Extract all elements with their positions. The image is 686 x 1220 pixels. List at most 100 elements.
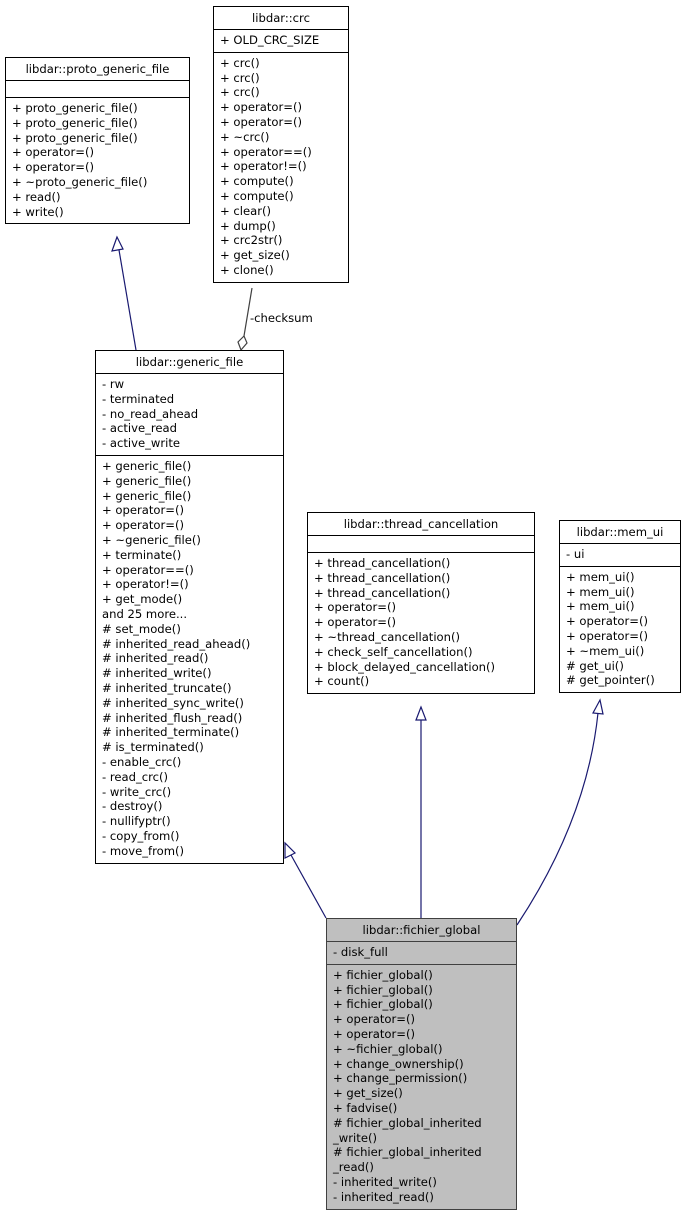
class-method: # is_terminated() <box>102 740 204 755</box>
methods-section: + mem_ui() + mem_ui() + mem_ui() + operator… <box>560 567 680 692</box>
class-method: + crc() <box>220 70 260 85</box>
inheritance-arrowhead-icon <box>415 705 427 721</box>
attributes-section: - ui <box>560 544 680 567</box>
class-method: + write() <box>12 204 64 219</box>
class-attribute: - ui <box>566 547 585 561</box>
class-method: + ~crc() <box>220 129 270 144</box>
class-crc[interactable]: libdar::crc + OLD_CRC_SIZE + crc() + crc(… <box>213 6 349 283</box>
class-method: # get_ui() <box>566 658 624 673</box>
class-title: libdar::thread_cancellation <box>308 513 534 536</box>
class-method: + ~mem_ui() <box>566 643 645 658</box>
class-method: - nullifyptr() <box>102 814 171 829</box>
class-attribute: - active_write <box>102 436 181 451</box>
class-method: # get_pointer() <box>566 673 655 688</box>
class-method: + operator=() <box>566 614 649 629</box>
class-method: + generic_file() <box>102 458 192 473</box>
class-thread-cancellation[interactable]: libdar::thread_cancellation + thread_can… <box>307 512 535 695</box>
class-method: + crc2str() <box>220 233 283 248</box>
class-method: + operator=() <box>314 600 397 615</box>
attributes-section <box>308 536 534 553</box>
inheritance-edge-generic-to-proto <box>111 235 137 351</box>
methods-section: + generic_file() + generic_file() + generi… <box>96 456 283 863</box>
class-method: + thread_cancellation() <box>314 556 451 570</box>
class-method: + operator=() <box>333 1012 416 1027</box>
class-method: + operator=() <box>12 160 95 175</box>
attributes-section <box>6 81 189 98</box>
class-method: - enable_crc() <box>102 754 182 769</box>
class-method: + mem_ui() <box>566 569 635 584</box>
class-method: + get_size() <box>220 248 290 263</box>
class-method: + dump() <box>220 218 276 233</box>
class-method: + thread_cancellation() <box>314 570 451 585</box>
class-method: + fichier_global() <box>333 967 433 982</box>
class-generic-file[interactable]: libdar::generic_file - rw - terminated - n… <box>95 350 284 864</box>
class-method: + crc() <box>220 85 260 100</box>
methods-section: + fichier_global() + fichier_global() + fi… <box>327 965 516 1209</box>
class-method: + operator=() <box>333 1026 416 1041</box>
class-method: - copy_from() <box>102 828 180 843</box>
class-method: + generic_file() <box>102 473 192 488</box>
inheritance-edge-fichier-to-memui <box>516 698 604 926</box>
attributes-section: + OLD_CRC_SIZE <box>214 30 348 53</box>
class-method: + operator!=() <box>220 159 307 174</box>
class-method: + operator==() <box>220 144 312 159</box>
class-method: # inherited_read() <box>102 651 209 666</box>
class-attribute: - active_read <box>102 421 178 436</box>
class-method: + crc() <box>220 55 260 70</box>
class-method: + generic_file() <box>102 488 192 503</box>
inheritance-arrowhead-icon <box>111 235 124 252</box>
class-method: + thread_cancellation() <box>314 585 451 600</box>
class-title: libdar::generic_file <box>96 351 283 374</box>
class-method: + ~thread_cancellation() <box>314 629 461 644</box>
class-method: + operator=() <box>102 503 185 518</box>
class-title: libdar::proto_generic_file <box>6 58 189 81</box>
class-method: + mem_ui() <box>566 599 635 614</box>
class-method: + ~fichier_global() <box>333 1041 443 1056</box>
class-method: # inherited_truncate() <box>102 680 232 695</box>
class-method: + get_size() <box>333 1086 403 1101</box>
class-method: + ~generic_file() <box>102 532 201 547</box>
class-method: + ~proto_generic_file() <box>12 174 148 189</box>
class-title: libdar::mem_ui <box>560 521 680 544</box>
class-title: libdar::crc <box>214 7 348 30</box>
class-attribute: - rw <box>102 377 125 391</box>
inheritance-edge-fichier-to-thread <box>415 705 427 918</box>
class-method: + fadvise() <box>333 1100 398 1115</box>
class-method: + operator=() <box>12 145 95 160</box>
class-method: _write() <box>333 1130 377 1145</box>
class-method: + block_delayed_cancellation() <box>314 659 496 674</box>
class-method: + check_self_cancellation() <box>314 644 473 659</box>
class-method: + clear() <box>220 203 272 218</box>
inheritance-edge-fichier-to-generic <box>284 841 327 919</box>
class-method: + operator=() <box>220 100 303 115</box>
class-method: + fichier_global() <box>333 982 433 997</box>
checksum-edge-label: -checksum <box>250 311 313 325</box>
attributes-section: - disk_full <box>327 942 516 965</box>
class-method: # inherited_read_ahead() <box>102 636 251 651</box>
inheritance-arrowhead-icon <box>592 698 604 715</box>
class-attribute: - disk_full <box>333 945 388 959</box>
class-method: + operator=() <box>102 518 185 533</box>
class-method: + get_mode() <box>102 592 183 607</box>
class-method: # inherited_flush_read() <box>102 710 243 725</box>
class-mem-ui[interactable]: libdar::mem_ui - ui + mem_ui() + mem_ui()… <box>559 520 681 694</box>
class-method: + compute() <box>220 188 294 203</box>
class-proto-generic-file[interactable]: libdar::proto_generic_file + proto_gener… <box>5 57 190 225</box>
class-method: + fichier_global() <box>333 997 433 1012</box>
class-method: - read_crc() <box>102 769 169 784</box>
class-method: + operator=() <box>220 114 303 129</box>
class-method: - destroy() <box>102 799 163 814</box>
class-method: # inherited_terminate() <box>102 725 240 740</box>
class-method: # fichier_global_inherited <box>333 1115 482 1130</box>
class-method: - inherited_write() <box>333 1174 437 1189</box>
class-method: + operator=() <box>566 628 649 643</box>
class-method: # inherited_sync_write() <box>102 695 244 710</box>
class-attribute: - no_read_ahead <box>102 406 199 421</box>
class-fichier-global[interactable]: libdar::fichier_global - disk_full + fic… <box>326 918 517 1210</box>
inheritance-arrowhead-icon <box>284 841 297 859</box>
class-method: + compute() <box>220 174 294 189</box>
class-method: _read() <box>333 1160 374 1175</box>
class-method: + proto_generic_file() <box>12 115 138 130</box>
aggregation-diamond-icon <box>237 334 248 352</box>
class-attribute: - terminated <box>102 391 175 406</box>
